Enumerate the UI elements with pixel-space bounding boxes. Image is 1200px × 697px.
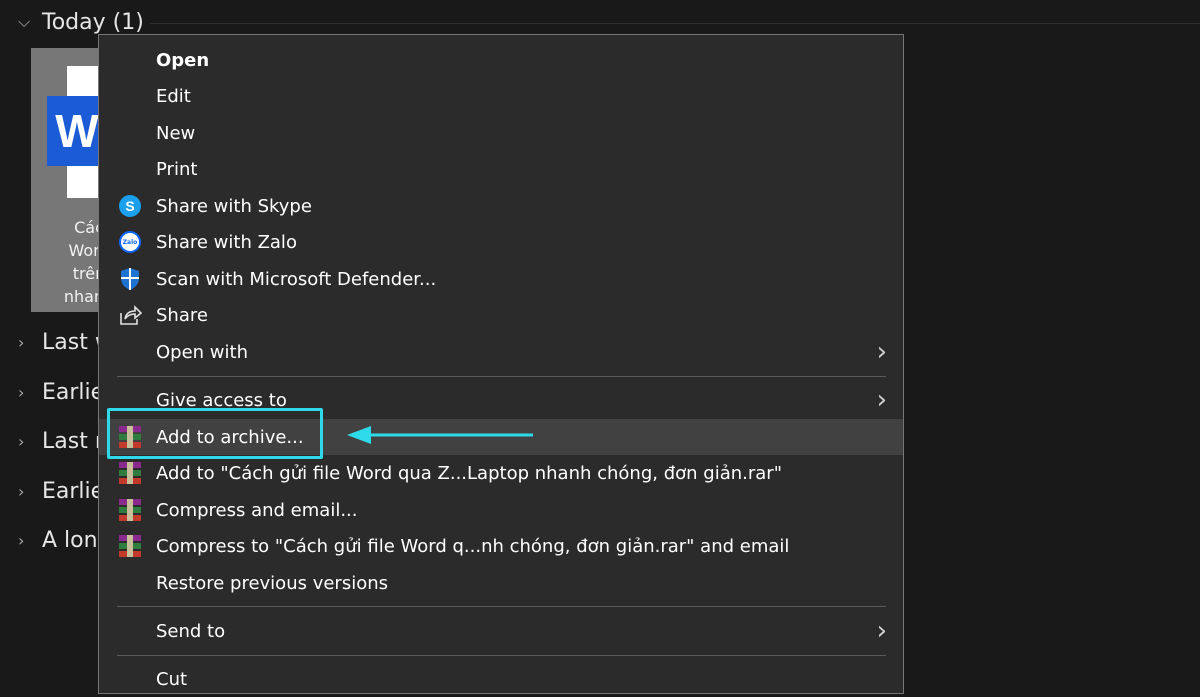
menu-item-open[interactable]: Open	[99, 42, 903, 78]
menu-item-label: Open with	[156, 341, 248, 363]
menu-item-label: Print	[156, 158, 198, 180]
chevron-down-icon: ⌵	[18, 12, 31, 31]
menu-item-send-to[interactable]: Send to ›	[99, 613, 903, 649]
menu-item-label: Restore previous versions	[156, 572, 389, 594]
chevron-right-icon: ›	[18, 481, 25, 501]
menu-item-scan-with-defender[interactable]: Scan with Microsoft Defender...	[99, 261, 903, 297]
group-label: Earlie	[42, 478, 105, 504]
group-header-earlier-2[interactable]: › Earlie	[18, 474, 104, 508]
group-label: A lon	[42, 527, 98, 553]
menu-item-compress-to-rar-and-email[interactable]: Compress to "Cách gửi file Word q...nh c…	[99, 528, 903, 564]
chevron-right-icon: ›	[18, 431, 25, 451]
winrar-icon	[118, 534, 142, 558]
chevron-right-icon: ›	[18, 382, 25, 402]
menu-item-new[interactable]: New	[99, 115, 903, 151]
menu-item-label: Scan with Microsoft Defender...	[156, 268, 437, 290]
menu-item-add-to-rar[interactable]: Add to "Cách gửi file Word qua Z...Lapto…	[99, 455, 903, 491]
menu-item-label: Add to "Cách gửi file Word qua Z...Lapto…	[156, 462, 782, 484]
chevron-right-icon: ›	[18, 332, 25, 352]
group-divider	[150, 23, 1200, 24]
menu-item-label: New	[156, 122, 196, 144]
menu-item-label: Share	[156, 304, 208, 326]
menu-item-compress-and-email[interactable]: Compress and email...	[99, 492, 903, 528]
menu-item-label: Share with Zalo	[156, 231, 297, 253]
group-label: Earlie	[42, 379, 105, 405]
menu-separator	[117, 606, 886, 607]
chevron-right-icon: ›	[18, 530, 25, 550]
menu-item-open-with[interactable]: Open with ›	[99, 334, 903, 370]
winrar-icon	[118, 498, 142, 522]
menu-item-share[interactable]: Share	[99, 297, 903, 333]
group-header-last-month[interactable]: › Last n	[18, 424, 109, 458]
share-icon	[118, 303, 142, 327]
context-menu: Open Edit New Print S Share with Skype Z…	[98, 34, 904, 694]
menu-separator	[117, 376, 886, 377]
menu-item-print[interactable]: Print	[99, 151, 903, 187]
group-label: Today (1)	[42, 9, 144, 35]
menu-item-share-with-skype[interactable]: S Share with Skype	[99, 188, 903, 224]
menu-item-restore-previous-versions[interactable]: Restore previous versions	[99, 565, 903, 601]
menu-item-label: Compress to "Cách gửi file Word q...nh c…	[156, 535, 790, 557]
menu-item-edit[interactable]: Edit	[99, 78, 903, 114]
annotation-arrow-icon	[347, 426, 533, 444]
menu-item-label: Send to	[156, 620, 226, 642]
menu-item-label: Share with Skype	[156, 195, 312, 217]
skype-icon: S	[118, 194, 142, 218]
menu-separator	[117, 655, 886, 656]
chevron-right-icon: ›	[876, 385, 887, 415]
chevron-right-icon: ›	[876, 616, 887, 646]
chevron-right-icon: ›	[876, 337, 887, 367]
zalo-icon: Zalo	[118, 230, 142, 254]
group-header-a-long-time-ago[interactable]: › A lon	[18, 523, 98, 557]
defender-shield-icon	[118, 267, 142, 291]
menu-item-share-with-zalo[interactable]: Zalo Share with Zalo	[99, 224, 903, 260]
annotation-highlight-box	[107, 408, 323, 459]
menu-item-cut[interactable]: Cut	[99, 661, 903, 697]
menu-item-label: Open	[156, 49, 210, 71]
winrar-icon	[118, 461, 142, 485]
menu-item-label: Compress and email...	[156, 499, 358, 521]
menu-item-label: Edit	[156, 85, 191, 107]
menu-item-label: Cut	[156, 668, 188, 690]
group-header-earlier-1[interactable]: › Earlie	[18, 375, 104, 409]
